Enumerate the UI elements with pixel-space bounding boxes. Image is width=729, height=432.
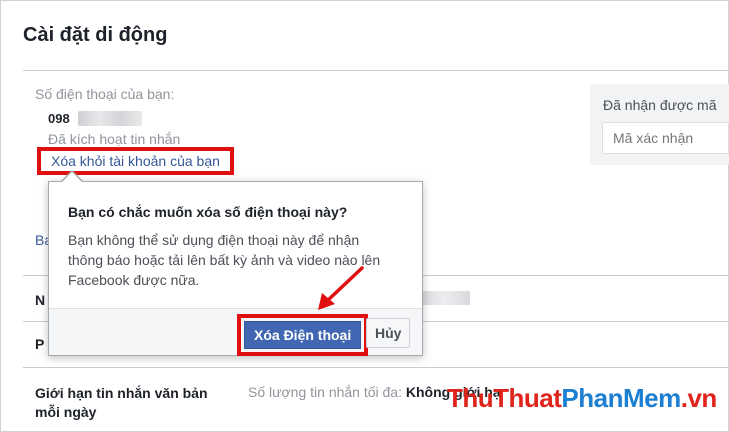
divider xyxy=(23,70,729,71)
sms-status-text: Đã kích hoạt tin nhắn xyxy=(48,131,181,147)
phone-number: 098 xyxy=(48,111,70,126)
dialog-caret-fill xyxy=(61,172,83,183)
sms-limit-label: Giới hạn tin nhắn văn bản mỗi ngày xyxy=(35,385,208,420)
verification-label: Đã nhận được mã xyxy=(603,97,717,113)
dialog-footer: Xóa Điện thoại Hủy xyxy=(49,308,422,356)
watermark-logo: ThuThuatPhanMem.vn xyxy=(447,383,717,413)
page-title: Cài đặt di động xyxy=(23,24,168,46)
divider xyxy=(23,367,729,368)
row-label: N xyxy=(35,292,46,308)
confirm-highlight: Xóa Điện thoại xyxy=(237,314,369,356)
phone-number-blurred xyxy=(78,111,142,126)
blurred-value xyxy=(420,291,470,305)
phone-label: Số điện thoại của bạn: xyxy=(35,86,175,102)
remove-phone-button[interactable]: Xóa Điện thoại xyxy=(244,321,362,349)
verification-code-input[interactable] xyxy=(602,122,729,154)
dialog-title: Bạn có chắc muốn xóa số điện thoại này? xyxy=(68,204,348,220)
row-label: P xyxy=(35,336,45,352)
pointer-arrow-icon xyxy=(318,266,364,310)
cancel-button[interactable]: Hủy xyxy=(366,318,411,348)
